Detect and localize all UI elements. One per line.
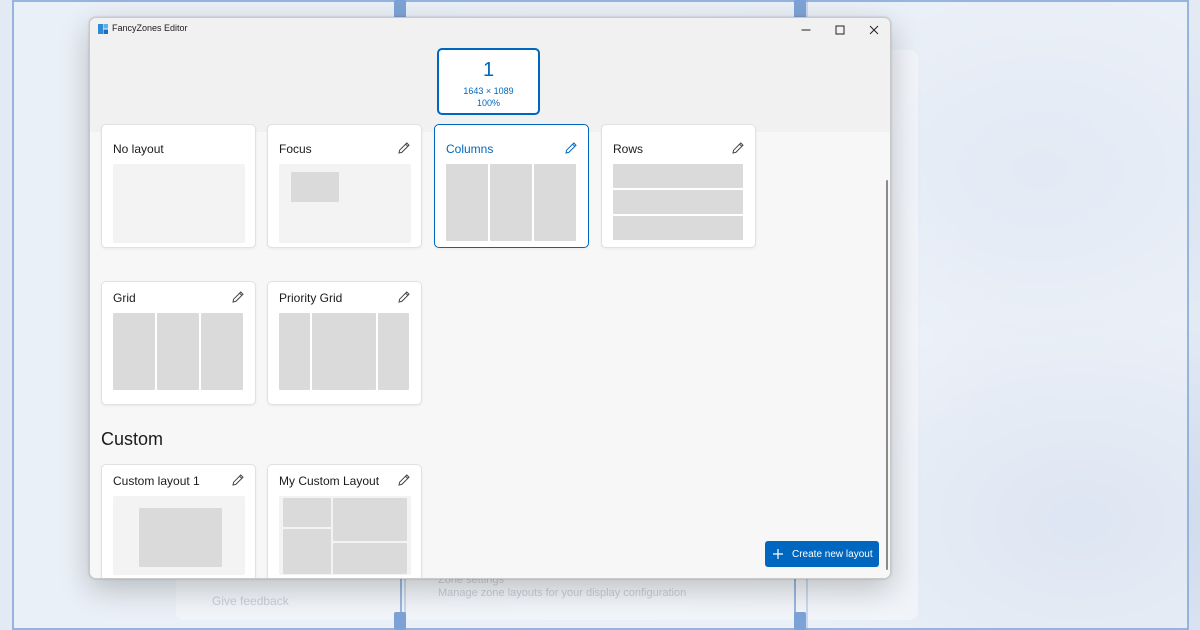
layout-preview [613,164,745,243]
zone [333,543,407,574]
layout-card-focus[interactable]: Focus [267,124,422,248]
zone [139,508,222,567]
maximize-button[interactable] [823,18,857,42]
pencil-icon[interactable] [231,473,245,487]
background-feedback-text: Give feedback [212,594,289,608]
create-new-layout-label: Create new layout [792,548,873,560]
zone [157,313,199,390]
layout-preview [279,313,411,392]
zone [613,216,743,240]
monitor-number: 1 [482,59,495,81]
pencil-icon[interactable] [564,141,578,155]
layout-card-priority-grid[interactable]: Priority Grid [267,281,422,405]
zone [279,313,310,390]
create-new-layout-button[interactable]: Create new layout [765,541,879,567]
minimize-button[interactable] [789,18,823,42]
zone [333,498,407,541]
close-button[interactable] [857,18,890,42]
plus-icon [773,549,783,559]
layout-name: Grid [113,291,136,305]
pencil-icon[interactable] [731,141,745,155]
layout-name: Columns [446,142,494,156]
zone [490,164,532,241]
pencil-icon[interactable] [397,290,411,304]
zone [613,190,743,214]
layout-name: Rows [613,142,644,156]
zone [201,313,243,390]
zone [113,313,155,390]
zone-divider-handle [394,612,406,630]
layout-card-grid[interactable]: Grid [101,281,256,405]
background-description: Manage zone layouts for your display con… [438,587,687,599]
close-icon [869,25,879,35]
monitor-card-1[interactable]: 1 1643 × 1089 100% [437,48,540,115]
zone [613,164,743,188]
layouts-panel: No layout Focus Columns Rows Grid Priori… [90,124,890,578]
layout-name: Custom layout 1 [113,474,200,488]
title-bar: FancyZones Editor [90,18,890,42]
layout-preview [113,313,245,392]
layout-name: My Custom Layout [279,474,380,488]
layout-name: Priority Grid [279,291,343,305]
layout-card-rows[interactable]: Rows [601,124,756,248]
layout-card-no-layout[interactable]: No layout [101,124,256,248]
zone [534,164,576,241]
minimize-icon [801,29,811,31]
layout-name: No layout [113,142,164,156]
layout-preview [279,496,411,575]
zone-divider-handle [794,0,806,18]
zone [283,529,331,574]
monitor-resolution: 1643 × 1089 [463,86,514,96]
zone [446,164,488,241]
layout-preview [113,496,245,575]
layout-preview [113,164,245,243]
zone-divider-handle [394,0,406,18]
layout-card-columns[interactable]: Columns [434,124,589,248]
zone [291,172,339,202]
zone [283,498,331,527]
layout-preview [279,164,411,243]
zone [378,313,409,390]
monitor-selector: 1 1643 × 1089 100% [90,42,890,133]
zone-divider-handle [794,612,806,630]
layout-preview [446,164,578,243]
zone [312,313,376,390]
monitor-scale: 100% [476,98,501,108]
layout-name: Focus [279,142,312,156]
layout-card-custom-layout-1[interactable]: Custom layout 1 [101,464,256,578]
window-title: FancyZones Editor [112,23,188,33]
layout-card-my-custom-layout[interactable]: My Custom Layout [267,464,422,578]
maximize-icon [835,25,845,35]
vertical-scrollbar[interactable] [886,180,888,570]
fancyzones-icon [98,24,108,34]
pencil-icon[interactable] [231,290,245,304]
custom-section-title: Custom [101,429,164,449]
pencil-icon[interactable] [397,473,411,487]
pencil-icon[interactable] [397,141,411,155]
fancyzones-editor-window: FancyZones Editor 1 1643 × 1089 100% No … [89,17,891,579]
